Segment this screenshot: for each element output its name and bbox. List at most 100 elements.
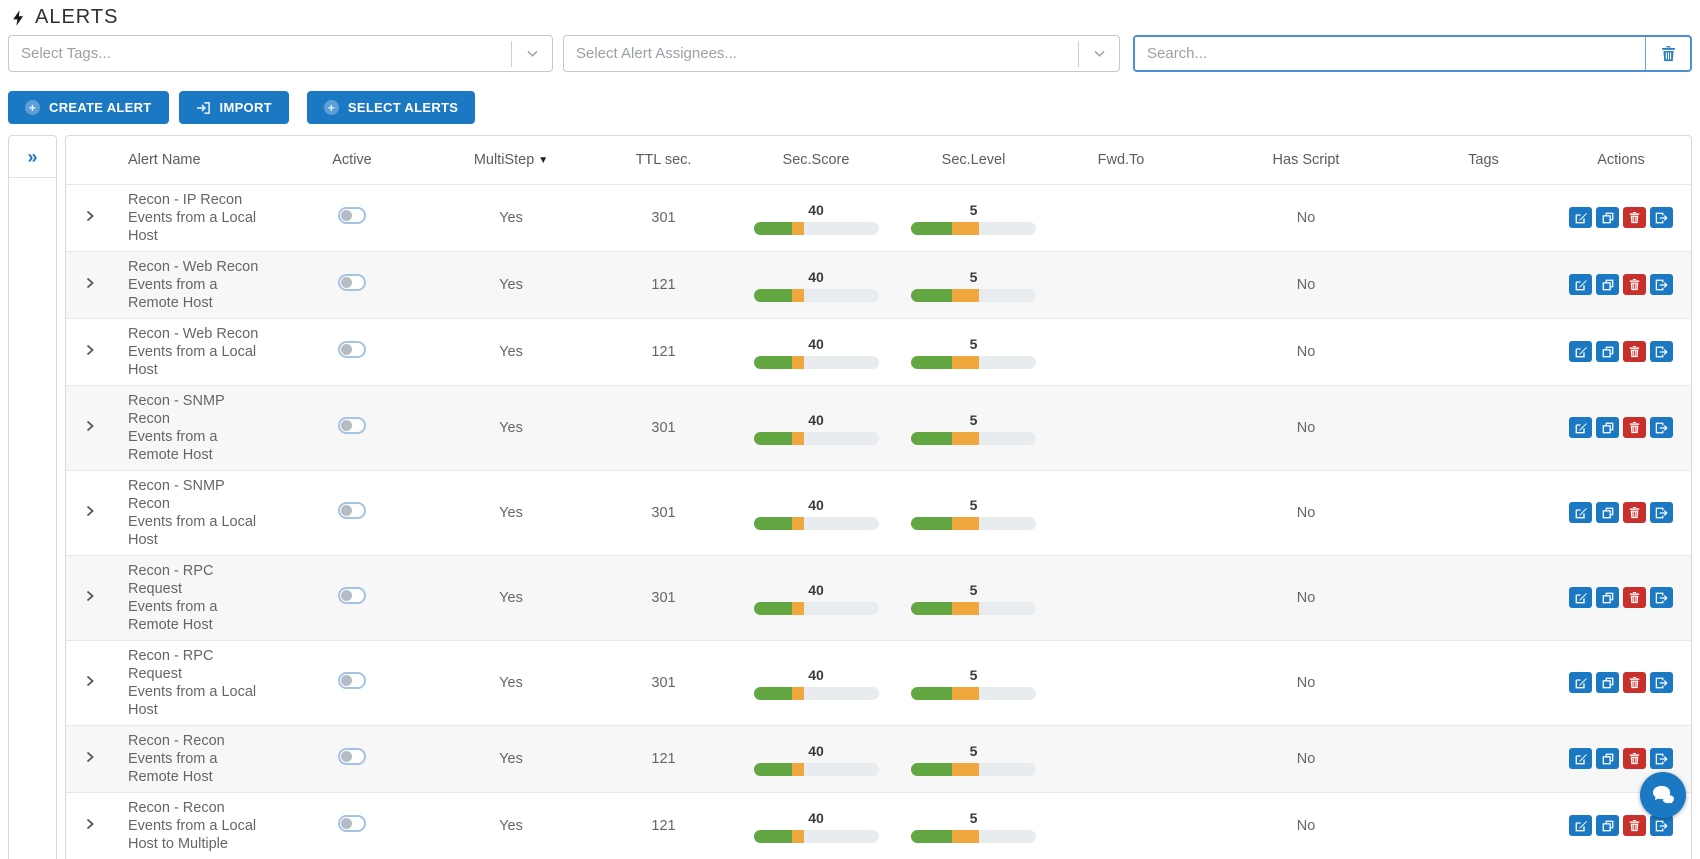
col-has-script[interactable]: Has Script xyxy=(1191,136,1421,184)
col-tags[interactable]: Tags xyxy=(1421,136,1546,184)
select-alerts-button[interactable]: + SELECT ALERTS xyxy=(307,91,475,124)
toggle-knob xyxy=(341,675,352,686)
tags-select[interactable]: Select Tags... xyxy=(8,35,553,72)
delete-button[interactable] xyxy=(1623,207,1646,228)
clone-button[interactable] xyxy=(1596,502,1619,523)
export-button[interactable] xyxy=(1650,748,1673,769)
active-toggle[interactable] xyxy=(338,274,366,291)
expand-row-chevron-right-icon[interactable] xyxy=(85,818,97,830)
export-button[interactable] xyxy=(1650,341,1673,362)
col-sec-level[interactable]: Sec.Level xyxy=(896,136,1051,184)
export-button[interactable] xyxy=(1650,672,1673,693)
trash-icon xyxy=(1629,506,1640,519)
clone-icon xyxy=(1602,592,1614,604)
delete-button[interactable] xyxy=(1623,672,1646,693)
page-title: ALERTS xyxy=(35,6,118,29)
multistep-value: Yes xyxy=(431,640,591,725)
fwd-to-value xyxy=(1051,555,1191,640)
search-input[interactable] xyxy=(1135,37,1645,70)
col-active[interactable]: Active xyxy=(273,136,431,184)
trash-icon xyxy=(1629,591,1640,604)
edit-button[interactable] xyxy=(1569,417,1592,438)
delete-button[interactable] xyxy=(1623,341,1646,362)
delete-button[interactable] xyxy=(1623,748,1646,769)
edit-button[interactable] xyxy=(1569,274,1592,295)
sidebar-expand-button[interactable]: » xyxy=(9,136,56,178)
col-fwd-to[interactable]: Fwd.To xyxy=(1051,136,1191,184)
export-button[interactable] xyxy=(1650,587,1673,608)
export-button[interactable] xyxy=(1650,815,1673,836)
multistep-value: Yes xyxy=(431,385,591,470)
clone-button[interactable] xyxy=(1596,207,1619,228)
sec-level-bar: 5 xyxy=(911,666,1036,700)
trash-icon xyxy=(1629,421,1640,434)
edit-button[interactable] xyxy=(1569,207,1592,228)
clone-button[interactable] xyxy=(1596,672,1619,693)
clone-button[interactable] xyxy=(1596,417,1619,438)
expand-row-chevron-right-icon[interactable] xyxy=(85,420,97,432)
expand-row-chevron-right-icon[interactable] xyxy=(85,210,97,222)
edit-button[interactable] xyxy=(1569,341,1592,362)
col-sec-score[interactable]: Sec.Score xyxy=(736,136,896,184)
sec-level-bar: 5 xyxy=(911,496,1036,530)
expand-row-chevron-right-icon[interactable] xyxy=(85,751,97,763)
expand-row-chevron-right-icon[interactable] xyxy=(85,590,97,602)
edit-button[interactable] xyxy=(1569,502,1592,523)
import-button[interactable]: IMPORT xyxy=(179,91,289,124)
active-toggle[interactable] xyxy=(338,815,366,832)
has-script-value: No xyxy=(1191,640,1421,725)
clone-button[interactable] xyxy=(1596,274,1619,295)
assignees-select[interactable]: Select Alert Assignees... xyxy=(563,35,1120,72)
sec-score-value: 40 xyxy=(754,742,879,760)
toggle-knob xyxy=(341,751,352,762)
export-icon xyxy=(1655,507,1668,519)
col-alert-name[interactable]: Alert Name xyxy=(116,136,273,184)
select-alerts-label: SELECT ALERTS xyxy=(348,100,458,115)
delete-button[interactable] xyxy=(1623,274,1646,295)
clone-button[interactable] xyxy=(1596,587,1619,608)
delete-button[interactable] xyxy=(1623,587,1646,608)
export-button[interactable] xyxy=(1650,502,1673,523)
create-alert-button[interactable]: + CREATE ALERT xyxy=(8,91,169,124)
export-button[interactable] xyxy=(1650,274,1673,295)
col-multistep[interactable]: MultiStep▼ xyxy=(431,136,591,184)
tags-value xyxy=(1421,318,1546,385)
expand-row-chevron-right-icon[interactable] xyxy=(85,344,97,356)
alert-name: Recon - Web Recon Events from a Remote H… xyxy=(128,259,258,311)
export-button[interactable] xyxy=(1650,207,1673,228)
toggle-knob xyxy=(341,420,352,431)
delete-button[interactable] xyxy=(1623,417,1646,438)
tags-value xyxy=(1421,385,1546,470)
tags-value xyxy=(1421,640,1546,725)
delete-button[interactable] xyxy=(1623,815,1646,836)
chevron-down-icon[interactable] xyxy=(1079,36,1119,71)
clone-button[interactable] xyxy=(1596,815,1619,836)
chevron-down-icon[interactable] xyxy=(512,36,552,71)
edit-button[interactable] xyxy=(1569,672,1592,693)
active-toggle[interactable] xyxy=(338,587,366,604)
active-toggle[interactable] xyxy=(338,207,366,224)
delete-button[interactable] xyxy=(1623,502,1646,523)
export-button[interactable] xyxy=(1650,417,1673,438)
active-toggle[interactable] xyxy=(338,748,366,765)
active-toggle[interactable] xyxy=(338,502,366,519)
edit-button[interactable] xyxy=(1569,815,1592,836)
clone-button[interactable] xyxy=(1596,341,1619,362)
expand-row-chevron-right-icon[interactable] xyxy=(85,675,97,687)
trash-icon xyxy=(1629,676,1640,689)
toggle-knob xyxy=(341,505,352,516)
edit-button[interactable] xyxy=(1569,587,1592,608)
expand-row-chevron-right-icon[interactable] xyxy=(85,277,97,289)
col-ttl[interactable]: TTL sec. xyxy=(591,136,736,184)
multistep-value: Yes xyxy=(431,251,591,318)
edit-button[interactable] xyxy=(1569,748,1592,769)
active-toggle[interactable] xyxy=(338,341,366,358)
tags-select-placeholder: Select Tags... xyxy=(9,45,511,62)
chat-fab-button[interactable] xyxy=(1640,772,1686,818)
expand-row-chevron-right-icon[interactable] xyxy=(85,505,97,517)
create-alert-label: CREATE ALERT xyxy=(49,100,152,115)
active-toggle[interactable] xyxy=(338,417,366,434)
clear-search-button[interactable] xyxy=(1646,37,1690,70)
active-toggle[interactable] xyxy=(338,672,366,689)
clone-button[interactable] xyxy=(1596,748,1619,769)
